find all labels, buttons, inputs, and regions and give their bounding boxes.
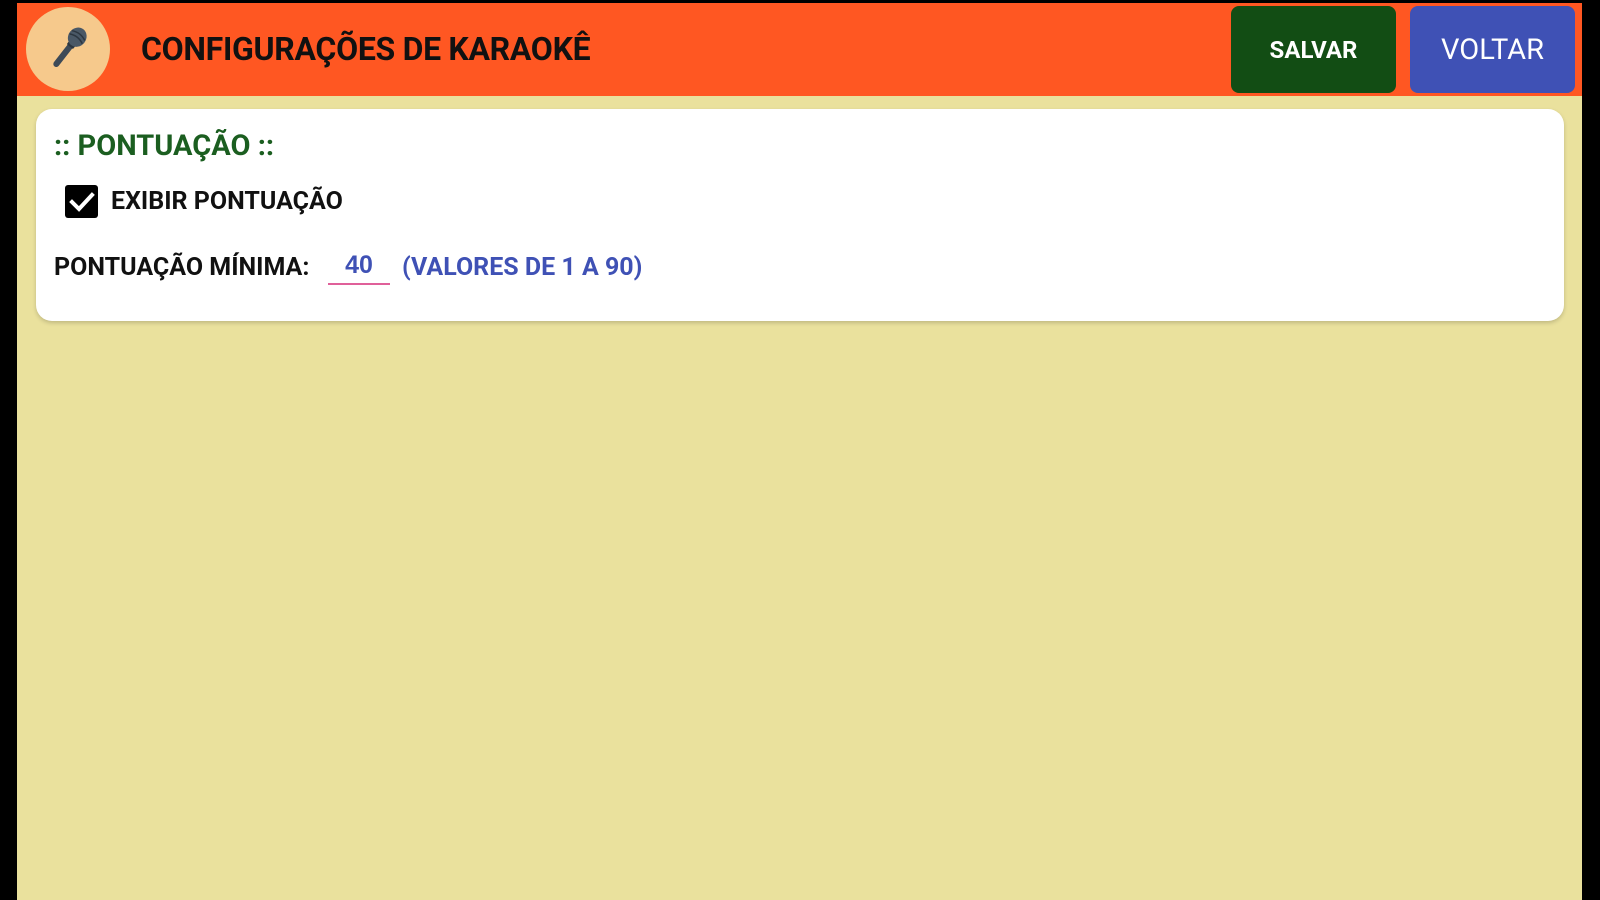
range-hint: (VALORES DE 1 A 90) — [402, 253, 643, 282]
microphone-icon — [26, 7, 110, 91]
karaoke-settings-screen: CONFIGURAÇÕES DE KARAOKÊ SALVAR VOLTAR :… — [17, 3, 1582, 900]
top-app-bar: CONFIGURAÇÕES DE KARAOKÊ SALVAR VOLTAR — [17, 3, 1582, 96]
min-score-label: PONTUAÇÃO MÍNIMA: — [54, 253, 310, 282]
save-button[interactable]: SALVAR — [1231, 6, 1396, 93]
section-title: :: PONTUAÇÃO :: — [54, 129, 275, 163]
back-button[interactable]: VOLTAR — [1410, 6, 1575, 93]
checkmark-icon — [69, 192, 95, 212]
show-score-checkbox[interactable] — [65, 185, 98, 218]
show-score-label[interactable]: EXIBIR PONTUAÇÃO — [111, 185, 343, 218]
scoring-settings-card: :: PONTUAÇÃO :: EXIBIR PONTUAÇÃO PONTUAÇ… — [36, 109, 1564, 321]
min-score-input[interactable] — [328, 247, 390, 285]
page-title: CONFIGURAÇÕES DE KARAOKÊ — [141, 30, 591, 68]
